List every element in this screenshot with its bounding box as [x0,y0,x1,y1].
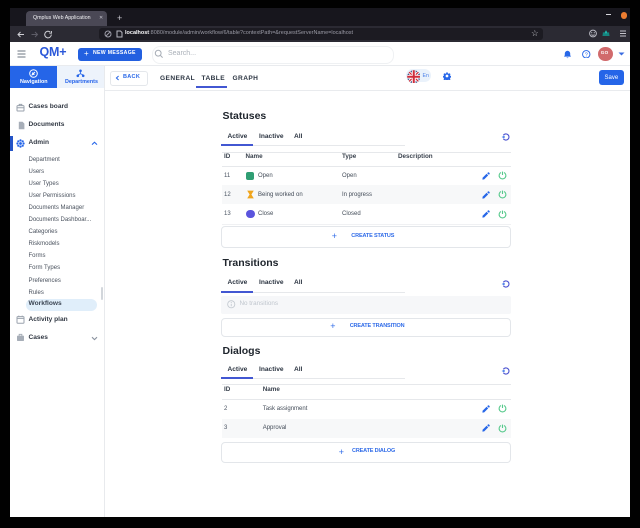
svg-text:?: ? [585,52,588,58]
